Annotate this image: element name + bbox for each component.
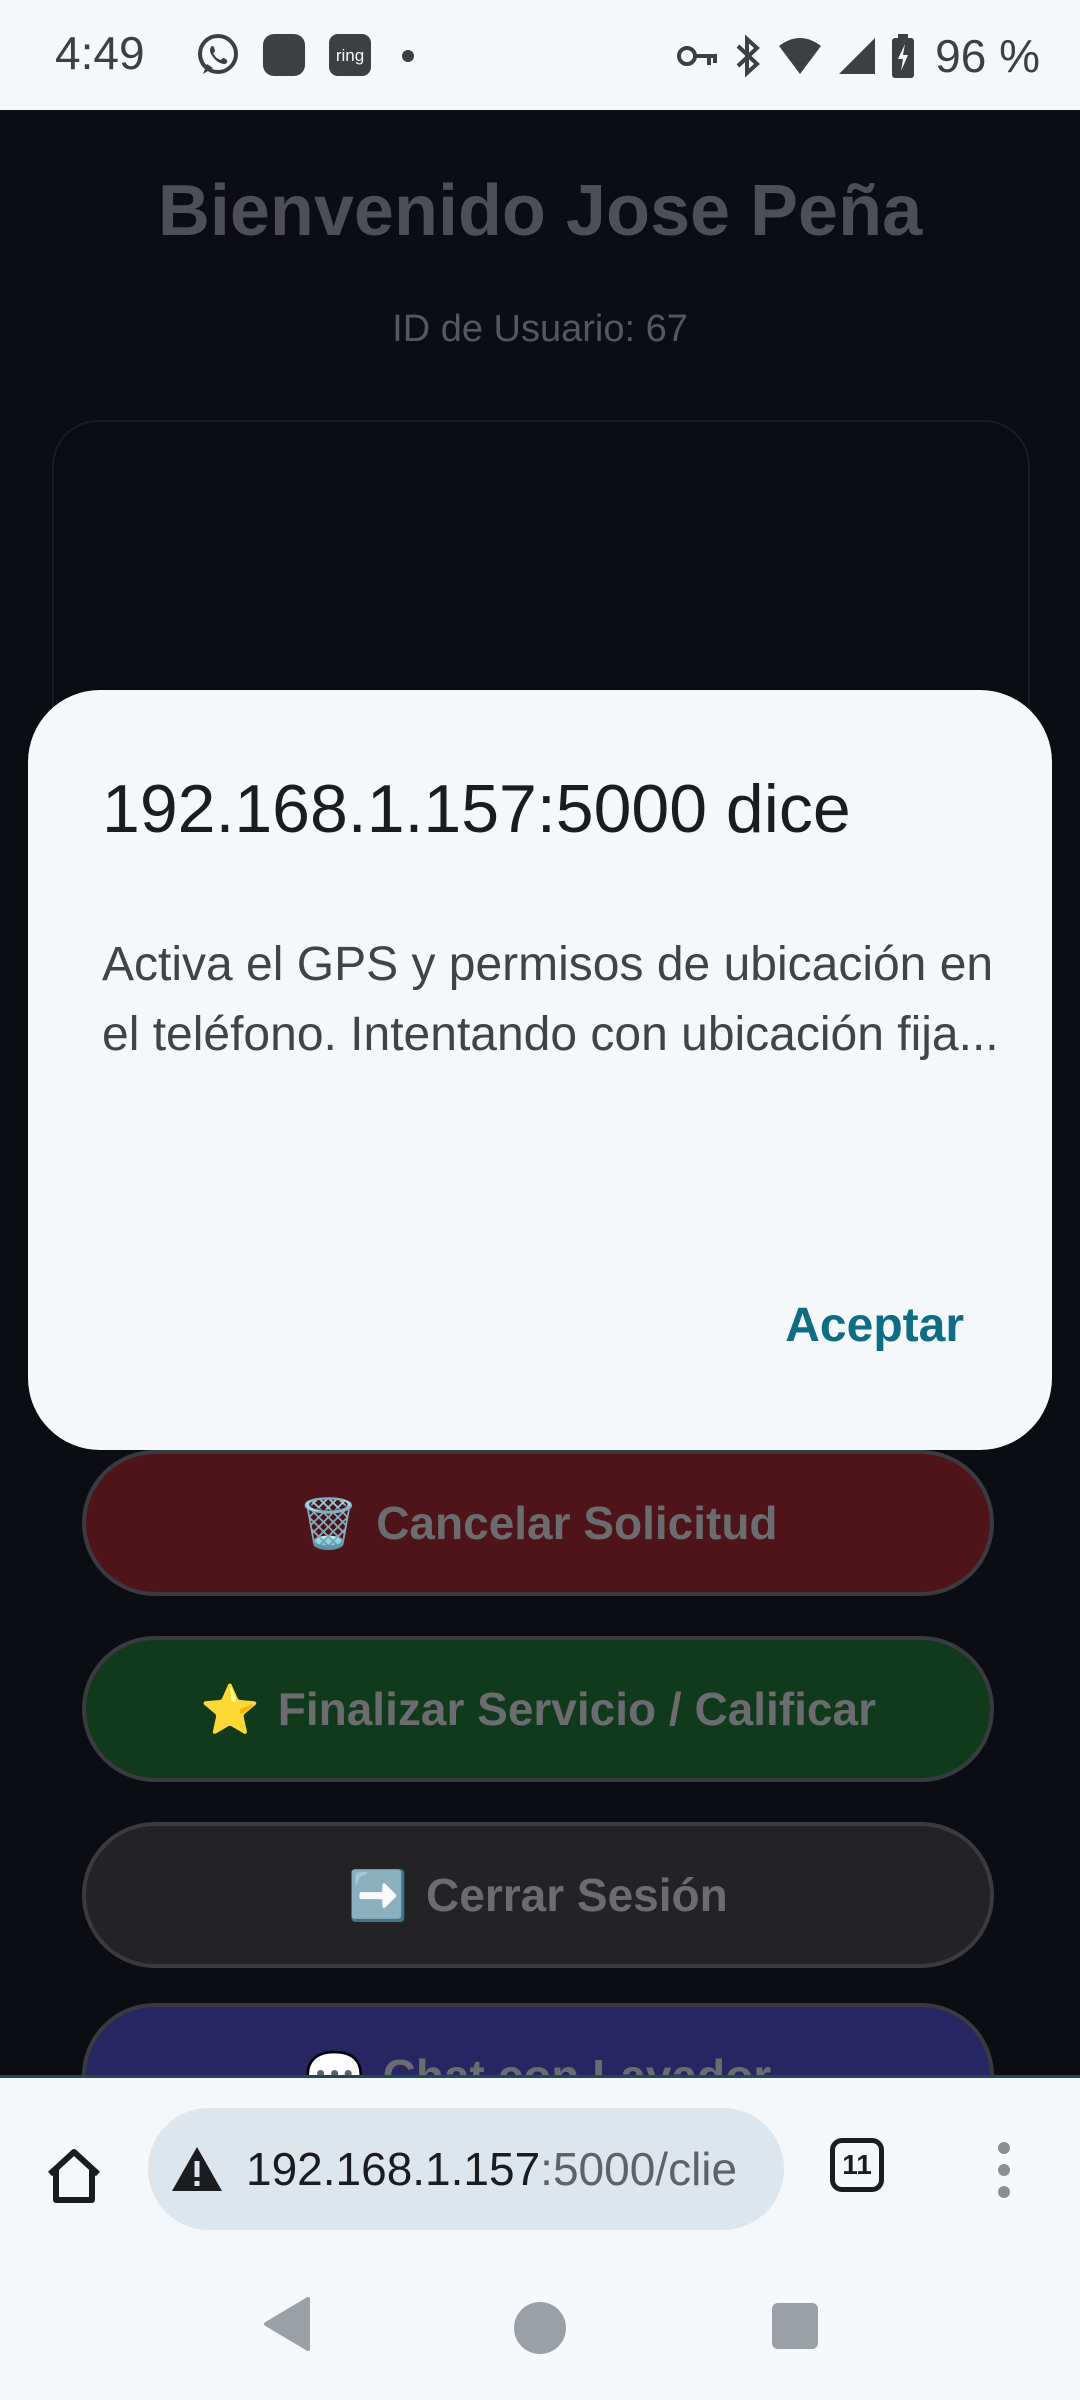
url-text: 192.168.1.157:5000/clie [246, 2142, 737, 2196]
url-path: :5000/clie [540, 2143, 738, 2195]
accept-button[interactable]: Aceptar [785, 1298, 964, 1353]
page-title: Bienvenido Jose Peña [157, 171, 923, 251]
bluetooth-icon [736, 34, 761, 78]
battery-percent: 96 % [935, 30, 1040, 82]
status-time: 4:49 [55, 27, 145, 79]
chat-bubble-icon: 💬 [305, 2048, 365, 2076]
chat-label: Chat con Lavador [383, 2049, 772, 2075]
recents-icon[interactable] [772, 2303, 818, 2349]
logout-label: Cerrar Sesión [426, 1869, 728, 1921]
dot-icon [402, 50, 414, 62]
home-icon[interactable] [42, 2144, 106, 2208]
url-host: 192.168.1.157 [246, 2143, 541, 2195]
warning-icon[interactable] [170, 2145, 224, 2193]
whatsapp-icon [198, 34, 238, 74]
alert-dialog: 192.168.1.157:5000 dice Activa el GPS y … [28, 690, 1052, 1450]
trash-icon: 🗑️ [298, 1497, 359, 1551]
cancel-request-button[interactable]: 🗑️ Cancelar Solicitud [82, 1450, 994, 1596]
signal-icon [839, 38, 876, 74]
tab-switcher-button[interactable]: 11 [830, 2138, 884, 2192]
arrow-right-icon: ➡️ [348, 1869, 409, 1923]
battery-charging-icon [892, 34, 915, 78]
status-bar: 4:49 ring 96 % [0, 0, 1080, 110]
home-circle-icon[interactable] [512, 2267, 568, 2387]
wifi-icon [779, 38, 822, 74]
ring-app-icon: ring [329, 34, 371, 76]
app-square-icon [263, 34, 305, 76]
more-vert-icon[interactable] [992, 2138, 1016, 2202]
finish-service-label: Finalizar Servicio / Calificar [277, 1683, 876, 1735]
system-icons: 96 % [677, 28, 1040, 84]
cancel-request-label: Cancelar Solicitud [376, 1497, 778, 1549]
url-bar[interactable]: 192.168.1.157:5000/clie [148, 2108, 784, 2230]
dialog-title: 192.168.1.157:5000 dice [102, 771, 851, 847]
browser-toolbar: 192.168.1.157:5000/clie 11 [0, 2075, 1080, 2268]
vpn-key-icon [677, 46, 718, 66]
logout-button[interactable]: ➡️ Cerrar Sesión [82, 1822, 994, 1968]
user-id-label: ID de Usuario: 67 [392, 308, 688, 350]
back-icon[interactable] [262, 2295, 312, 2353]
finish-service-button[interactable]: ⭐ Finalizar Servicio / Calificar [82, 1636, 994, 1782]
navigation-bar [0, 2265, 1080, 2400]
star-icon: ⭐ [199, 1683, 260, 1737]
dialog-message: Activa el GPS y permisos de ubicación en… [102, 938, 999, 1061]
chat-button[interactable]: 💬 Chat con Lavador [82, 2003, 994, 2075]
notification-icons: ring [195, 30, 423, 80]
ring-label: ring [336, 46, 364, 65]
